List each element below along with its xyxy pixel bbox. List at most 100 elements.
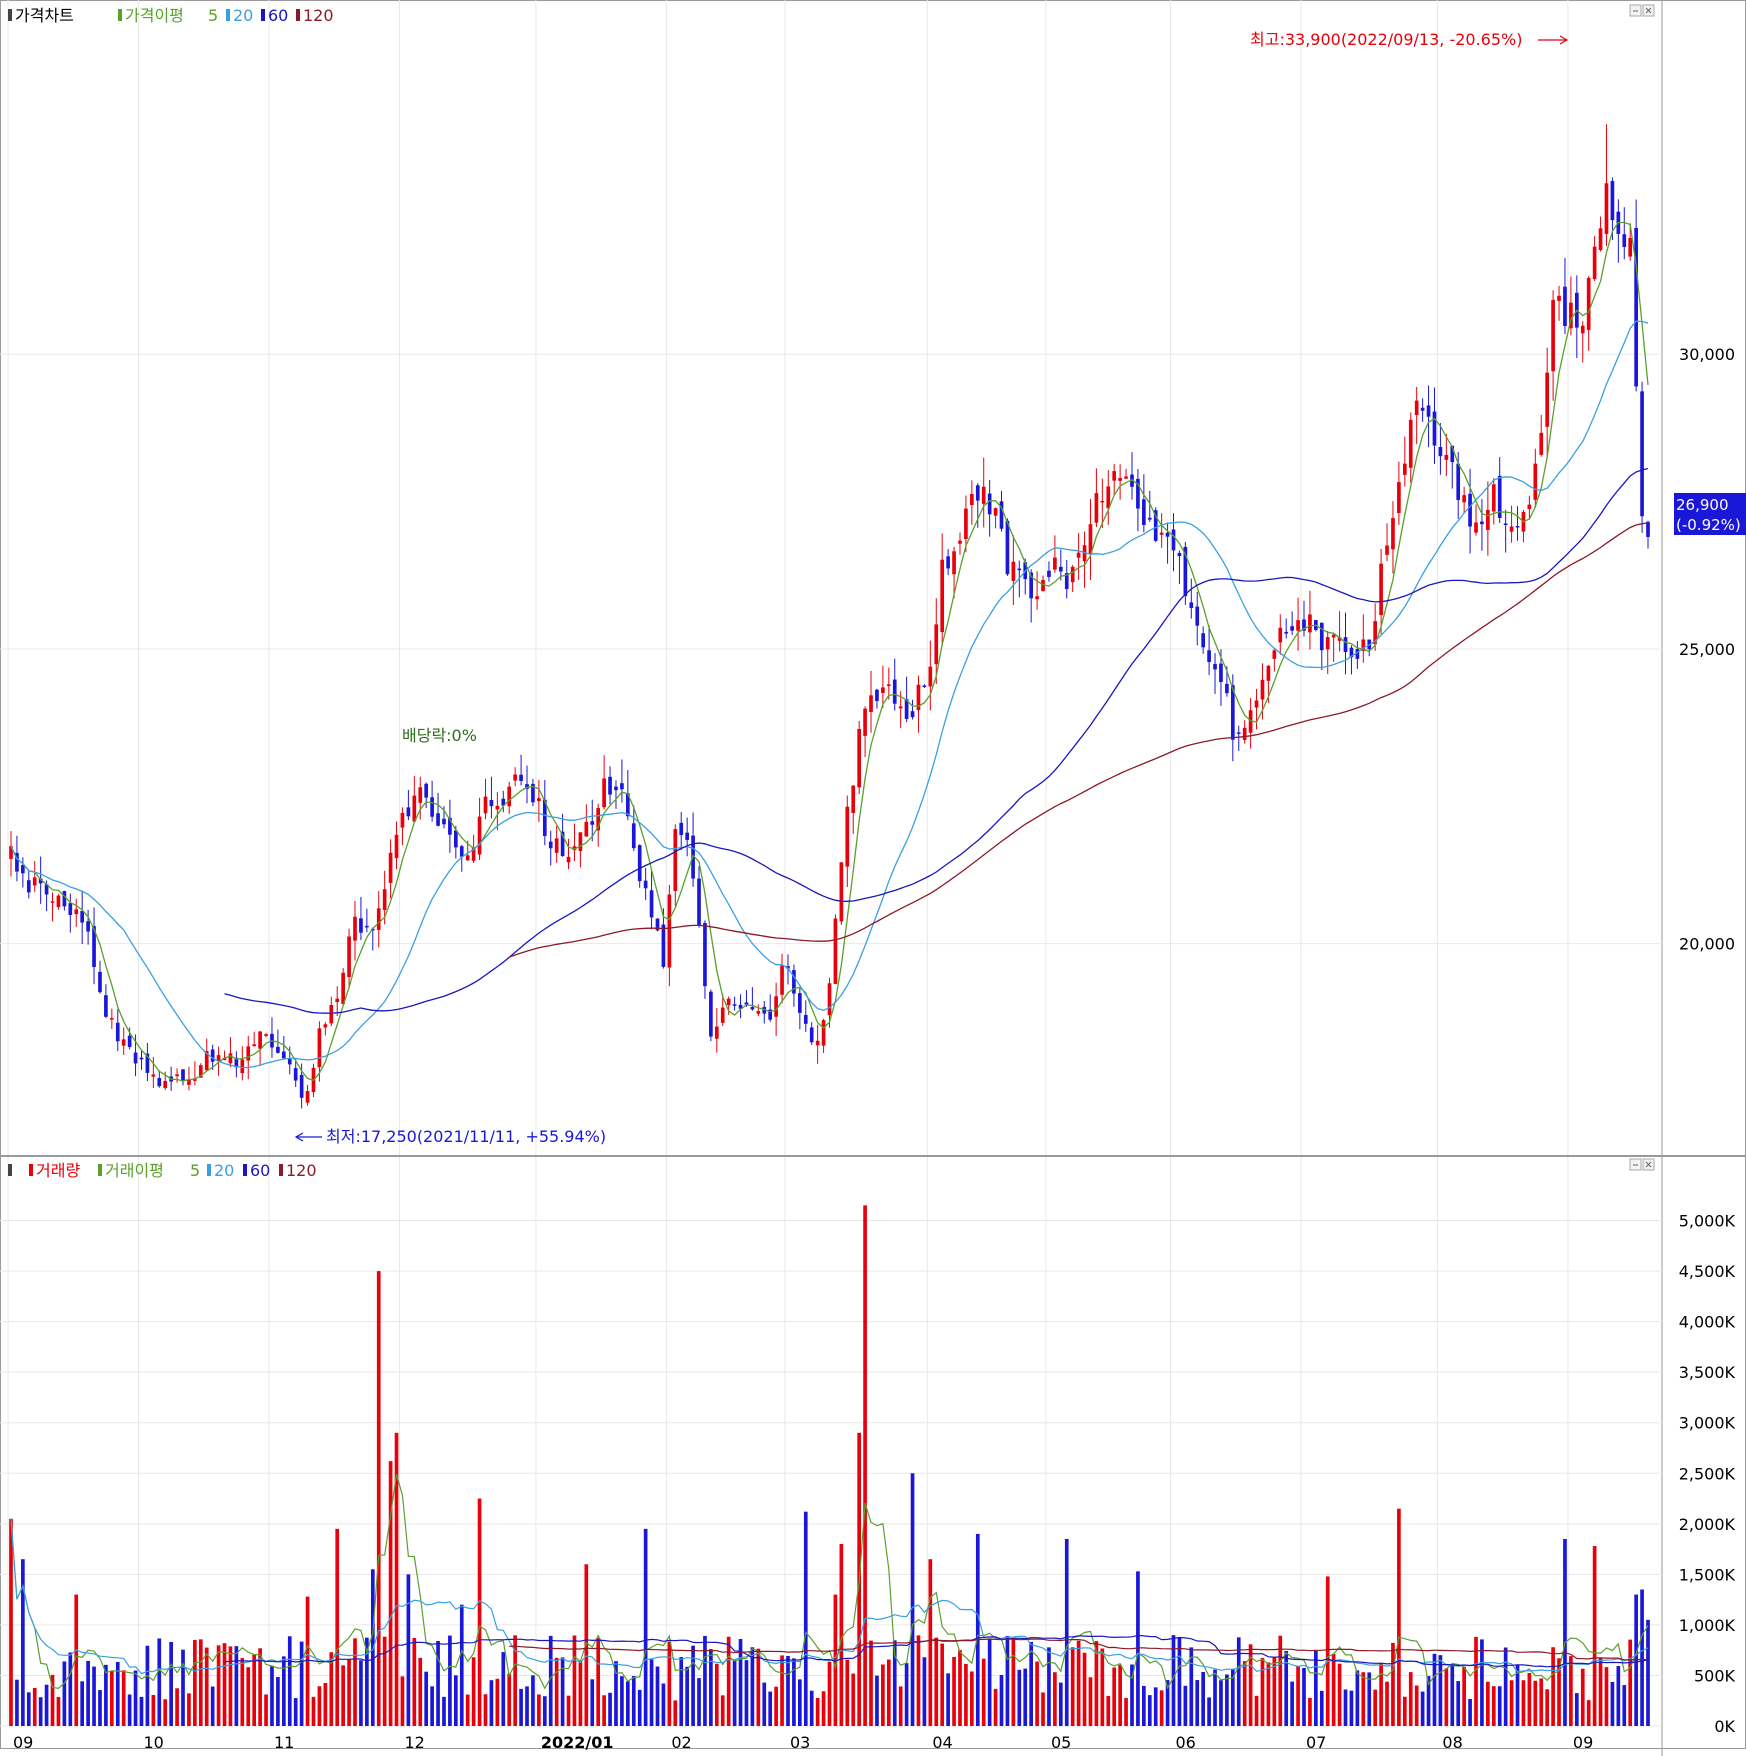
candle-body [898,706,903,709]
volume-ma-legend-marker [98,1164,102,1176]
candle-body [649,890,654,918]
volume-bar [655,1666,660,1726]
volume-bar [1302,1667,1306,1726]
candle-body [1634,227,1638,387]
candle-body [827,983,832,1016]
candle-body [1592,246,1597,280]
candle-body [32,877,37,886]
candle-body [1165,532,1170,537]
volume-bar [341,1665,345,1726]
volume-bar [1207,1697,1211,1726]
volume-bar [1628,1639,1633,1726]
volume-bar [774,1686,778,1726]
candle-body [1266,665,1271,681]
candle-body [1070,566,1075,583]
volume-bar [851,1673,856,1726]
volume-bar [56,1697,61,1726]
volume-bar [448,1635,452,1726]
candle-body [1094,493,1099,523]
volume-bar [442,1696,446,1726]
volume-bar [163,1699,168,1726]
volume-ma60-legend-marker [243,1164,247,1176]
volume-bar [1420,1691,1425,1726]
candle-body [412,795,417,822]
volume-bar [216,1645,221,1726]
volume-bar [382,1636,387,1726]
volume-bar [1402,1696,1407,1726]
volume-y-tick-label: 5,000K [1679,1212,1736,1231]
volume-bar [780,1655,784,1726]
volume-bar [916,1635,921,1726]
volume-bar [1260,1658,1265,1726]
candle-body [1260,679,1265,700]
volume-bar [798,1679,802,1726]
candle-body [839,862,844,922]
volume-bar [32,1687,37,1726]
candle-body [958,540,962,544]
volume-ma5-legend: 5 [190,1161,200,1180]
ma60-legend-marker [261,9,265,21]
volume-bar [1011,1638,1016,1726]
volume-bar [620,1676,624,1726]
volume-bar [1349,1690,1354,1726]
candle-body [483,796,488,814]
volume-bar [1159,1690,1164,1726]
candle-body [987,493,992,515]
candle-body [548,841,553,849]
candle-body [252,1044,257,1047]
price-ma5-legend: 5 [208,6,218,25]
volume-bar [1491,1686,1496,1726]
candle-body [1491,484,1496,512]
candle-body [246,1046,251,1061]
volume-y-tick-label: 500K [1694,1666,1736,1685]
candle-body [1171,529,1176,551]
candle-body [418,787,423,803]
volume-bar [1053,1672,1057,1726]
candle-body [1604,183,1609,234]
candle-body [1035,596,1039,600]
candle-body [886,684,891,686]
candle-body [1486,509,1490,530]
price-ma20-legend: 20 [233,6,253,25]
volume-bar [1574,1693,1579,1726]
volume-bar [643,1528,648,1726]
candle-body [1118,478,1122,481]
volume-bar [204,1647,209,1726]
candle-body [21,864,25,874]
candle-body [127,1035,132,1048]
volume-bar [1539,1678,1544,1726]
volume-bar [1331,1653,1336,1726]
volume-bar [1005,1635,1010,1726]
candle-body [382,889,387,911]
candle-body [1047,570,1051,577]
low-annotation: 최저:17,250(2021/11/11, +55.94%) [326,1127,606,1146]
volume-bar [1337,1663,1342,1726]
volume-bar [418,1657,423,1726]
volume-bar [697,1678,701,1726]
volume-bar [1640,1589,1644,1726]
volume-ma120-legend: 120 [286,1161,317,1180]
volume-bar [26,1692,31,1726]
candle-body [121,1039,126,1046]
volume-bar [133,1670,138,1726]
volume-bar [1058,1682,1063,1726]
price-legend[interactable]: 가격차트 가격이평 5 20 60 120 [8,6,334,25]
volume-bar [317,1686,322,1726]
volume-bar [1082,1652,1087,1726]
volume-y-tick-label: 2,500K [1679,1464,1736,1483]
volume-bar [1070,1647,1075,1726]
candle-body [1290,626,1294,631]
volume-bar [608,1692,612,1726]
volume-bar [465,1694,470,1726]
volume-bar [537,1694,541,1726]
candle-body [400,812,405,828]
x-month-label: 02 [671,1733,691,1752]
volume-legend[interactable]: 거래량 거래이평 5 20 60 120 [8,1161,317,1180]
volume-bar [928,1559,933,1726]
candle-body [833,918,838,984]
candle-body [637,845,642,882]
candle-body [1598,228,1603,250]
candle-body [554,838,559,853]
candle-body [1219,663,1223,683]
candle-body [347,936,351,978]
